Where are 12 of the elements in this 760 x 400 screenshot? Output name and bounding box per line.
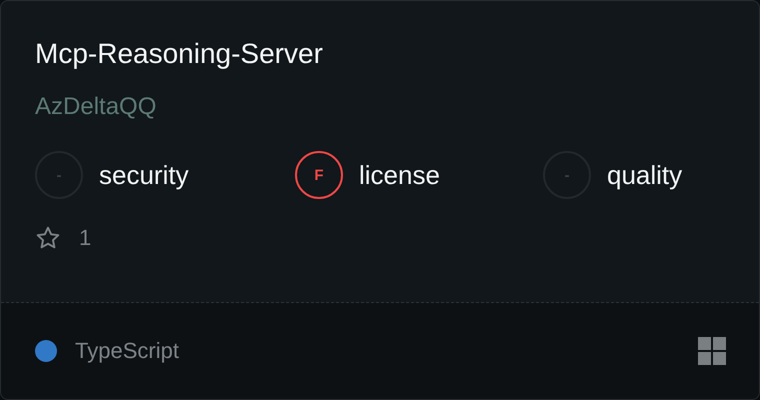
score-label: quality xyxy=(607,160,682,190)
score-label: security xyxy=(99,160,189,190)
star-count: 1 xyxy=(79,225,92,251)
grade-badge: F xyxy=(295,151,343,199)
grid-icon[interactable] xyxy=(698,337,726,365)
author-name[interactable]: AzDeltaQQ xyxy=(35,93,156,121)
score-label: license xyxy=(359,160,440,190)
grade-badge: - xyxy=(543,151,591,199)
star-icon xyxy=(35,225,61,251)
repo-title[interactable]: Mcp-Reasoning-Server xyxy=(35,38,323,70)
language-name: TypeScript xyxy=(75,338,179,364)
grade-badge: - xyxy=(35,151,83,199)
